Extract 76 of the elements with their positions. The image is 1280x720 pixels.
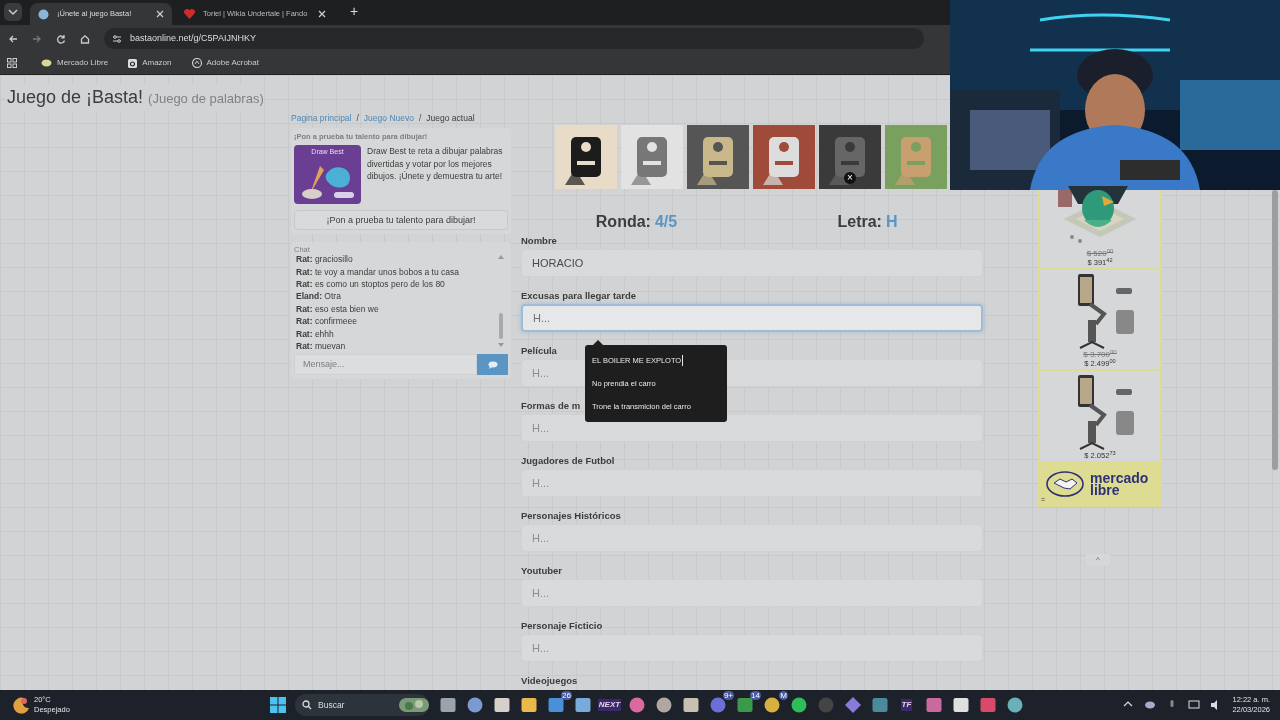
moon-icon xyxy=(12,696,30,714)
message-field[interactable]: Mensaje... xyxy=(294,354,477,376)
page-title: Juego de ¡Basta! xyxy=(7,86,144,109)
scrollbar-thumb[interactable] xyxy=(499,313,503,340)
page-subtitle: (Juego de palabras) xyxy=(148,90,264,108)
page-scrollbar-thumb[interactable] xyxy=(1272,190,1278,470)
promo-text: Draw Best te reta a dibujar palabras divertidas y votar por los mejores dibujos. ¡Únete y demuestra tu arte! xyxy=(367,145,504,184)
collapse-button[interactable]: ^ xyxy=(1086,554,1110,566)
apps-grid-icon[interactable] xyxy=(7,58,17,68)
taskbar-search-field[interactable]: Buscar xyxy=(295,694,429,716)
notification-badge: 26 xyxy=(561,691,572,700)
cloud-icon[interactable] xyxy=(1144,699,1157,711)
promo-button[interactable]: ¡Pon a prueba tu talento para dibujar! xyxy=(294,210,508,231)
breadcrumb-separator: / xyxy=(418,111,422,125)
answer-field[interactable]: H... xyxy=(521,469,983,497)
chat-message: Rat: graciosillo xyxy=(296,253,354,266)
answer-field[interactable]: HORACIO xyxy=(521,249,983,277)
tab-list-icon[interactable] xyxy=(4,3,22,21)
bookmark[interactable]: Mercado Libre xyxy=(37,57,113,69)
chat-message: Rat: muevan xyxy=(296,340,347,352)
notification-badge: M xyxy=(779,691,788,700)
close-icon[interactable] xyxy=(318,10,326,18)
notification-badge: 9+ xyxy=(722,691,734,700)
new-tab-button[interactable]: + xyxy=(346,1,363,22)
chat-message: Rat: ehhh xyxy=(296,327,335,341)
round-label: Ronda: xyxy=(595,212,651,232)
breadcrumb-separator: / xyxy=(356,111,359,125)
oval-icon xyxy=(41,59,52,67)
address-bar[interactable]: bastaonline.net/g/C5PAIJNHKY xyxy=(104,28,924,49)
heart-icon xyxy=(184,9,195,19)
back-icon[interactable] xyxy=(8,33,18,44)
field-label: Película xyxy=(521,344,557,358)
answer-field[interactable]: H... xyxy=(521,304,983,332)
field-label: Jugadores de Futbol xyxy=(521,454,615,468)
letter-label: Letra: xyxy=(837,212,882,232)
round-value: 4/5 xyxy=(654,212,678,232)
field-label: Formas de m xyxy=(521,399,581,413)
letter-value: H xyxy=(885,212,898,232)
search-icon xyxy=(302,700,312,710)
answer-field[interactable]: H... xyxy=(521,414,983,442)
landscape-icon xyxy=(399,698,429,712)
app-icon[interactable]: TF xyxy=(900,699,913,711)
bookmark[interactable]: Adobe Acrobat xyxy=(187,57,263,69)
notification-badge: 14 xyxy=(750,691,761,700)
send-button[interactable] xyxy=(477,354,508,376)
answer-field[interactable]: H... xyxy=(521,524,983,552)
handshake-icon xyxy=(1046,471,1084,497)
reload-icon[interactable] xyxy=(56,33,66,44)
field-label: Nombre xyxy=(521,234,557,248)
field-label: Personaje Ficticio xyxy=(521,619,603,633)
answer-field[interactable]: H... xyxy=(521,579,983,607)
letter-tile-icon xyxy=(128,58,138,68)
site-settings-icon[interactable] xyxy=(112,33,122,44)
home-icon[interactable] xyxy=(80,33,90,44)
app-icon[interactable]: NEXT xyxy=(597,699,622,711)
bookmark[interactable]: Amazon xyxy=(124,57,176,69)
old-price: $ 3.700$^{00}$ xyxy=(1083,350,1117,359)
chat-message: Rat: es como un stoptos pero de los 80 xyxy=(296,278,446,291)
chat-message: Rat: te voy a mandar unos bobos a tu casa xyxy=(296,265,460,279)
speech-bubble-icon xyxy=(487,360,498,369)
breadcrumb-current: Juego actual xyxy=(426,111,475,125)
old-price: $ 520$^{00}$ xyxy=(1086,249,1114,258)
chat-message: Rat: confirmeee xyxy=(296,315,358,328)
field-label: Videojuegos xyxy=(521,674,578,688)
close-icon[interactable] xyxy=(156,10,164,18)
answer-field[interactable]: H... xyxy=(521,634,983,662)
windows-start-icon[interactable] xyxy=(270,697,286,713)
monitor-icon[interactable] xyxy=(1188,699,1201,711)
forward-icon[interactable] xyxy=(32,33,42,44)
diamond-icon[interactable] xyxy=(844,697,861,713)
field-label: Personajes Históricos xyxy=(521,509,621,523)
field-label: Excusas para llegar tarde xyxy=(521,289,637,303)
chat-message: Rat: eso esta bien we xyxy=(296,302,380,316)
brand-logo-text: mercado libre xyxy=(1090,472,1150,496)
chat-message: Eland: Otra xyxy=(296,290,342,303)
field-label: Youtuber xyxy=(521,564,562,578)
